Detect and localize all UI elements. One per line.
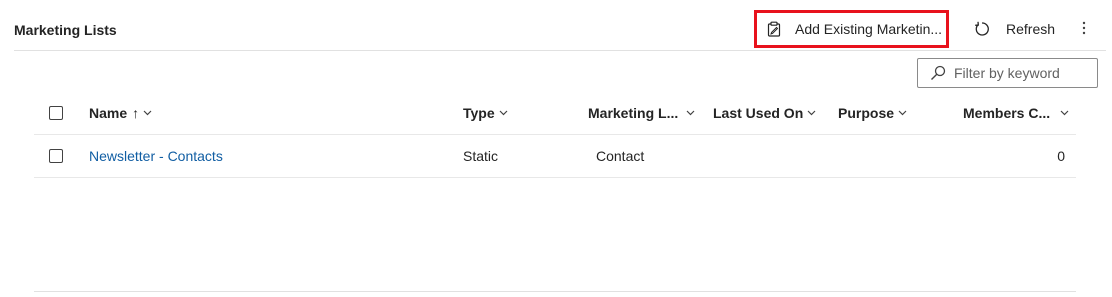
row-select-cell [49,135,63,177]
chevron-down-icon [686,110,695,116]
column-label-type: Type [463,105,495,121]
column-header-type[interactable]: Type [463,92,508,134]
refresh-button[interactable]: Refresh [970,10,1059,48]
more-vertical-icon [1082,21,1086,38]
header-divider [14,50,1106,51]
column-label-purpose: Purpose [838,105,895,121]
chevron-down-icon [1060,110,1069,116]
chevron-down-icon [143,110,152,116]
refresh-icon [974,21,990,37]
select-all-cell [49,92,63,134]
row-select-checkbox[interactable] [49,149,63,163]
chevron-down-icon [898,110,907,116]
members-count-cell: 0 [1057,148,1065,164]
column-header-marketing-list-type[interactable]: Marketing L... [588,92,695,134]
search-icon [930,65,946,81]
type-cell: Static [463,148,499,164]
chevron-down-icon [499,110,508,116]
column-label-members-count: Members C... [963,105,1051,121]
sort-ascending-icon: ↑ [132,105,140,121]
column-label-name: Name [89,105,128,121]
name-link[interactable]: Newsletter - Contacts [89,135,223,177]
refresh-label: Refresh [1006,21,1056,37]
table-row[interactable]: Newsletter - Contacts Static Contact 0 [34,135,1076,178]
add-existing-label: Add Existing Marketin... [795,21,943,37]
column-header-name[interactable]: Name ↑ [89,92,152,134]
clipboard-add-icon [767,21,781,37]
grid-footer-divider [34,291,1076,292]
add-existing-marketing-list-button[interactable]: Add Existing Marketin... [754,10,949,48]
filter-box[interactable] [917,58,1098,88]
marketing-lists-grid: Name ↑ Type Marketing L... Last Used On … [34,92,1076,178]
select-all-checkbox[interactable] [49,106,63,120]
column-header-purpose[interactable]: Purpose [838,92,907,134]
more-commands-button[interactable] [1075,10,1093,48]
filter-input[interactable] [954,65,1084,81]
grid-header-row: Name ↑ Type Marketing L... Last Used On … [34,92,1076,135]
chevron-down-icon [807,110,816,116]
column-label-marketing-list-type: Marketing L... [588,105,679,121]
section-title: Marketing Lists [14,22,117,38]
marketing-list-type-cell: Contact [596,148,645,164]
column-header-last-used-on[interactable]: Last Used On [713,92,816,134]
column-label-last-used-on: Last Used On [713,105,804,121]
column-header-members-count[interactable]: Members C... [963,92,1069,134]
